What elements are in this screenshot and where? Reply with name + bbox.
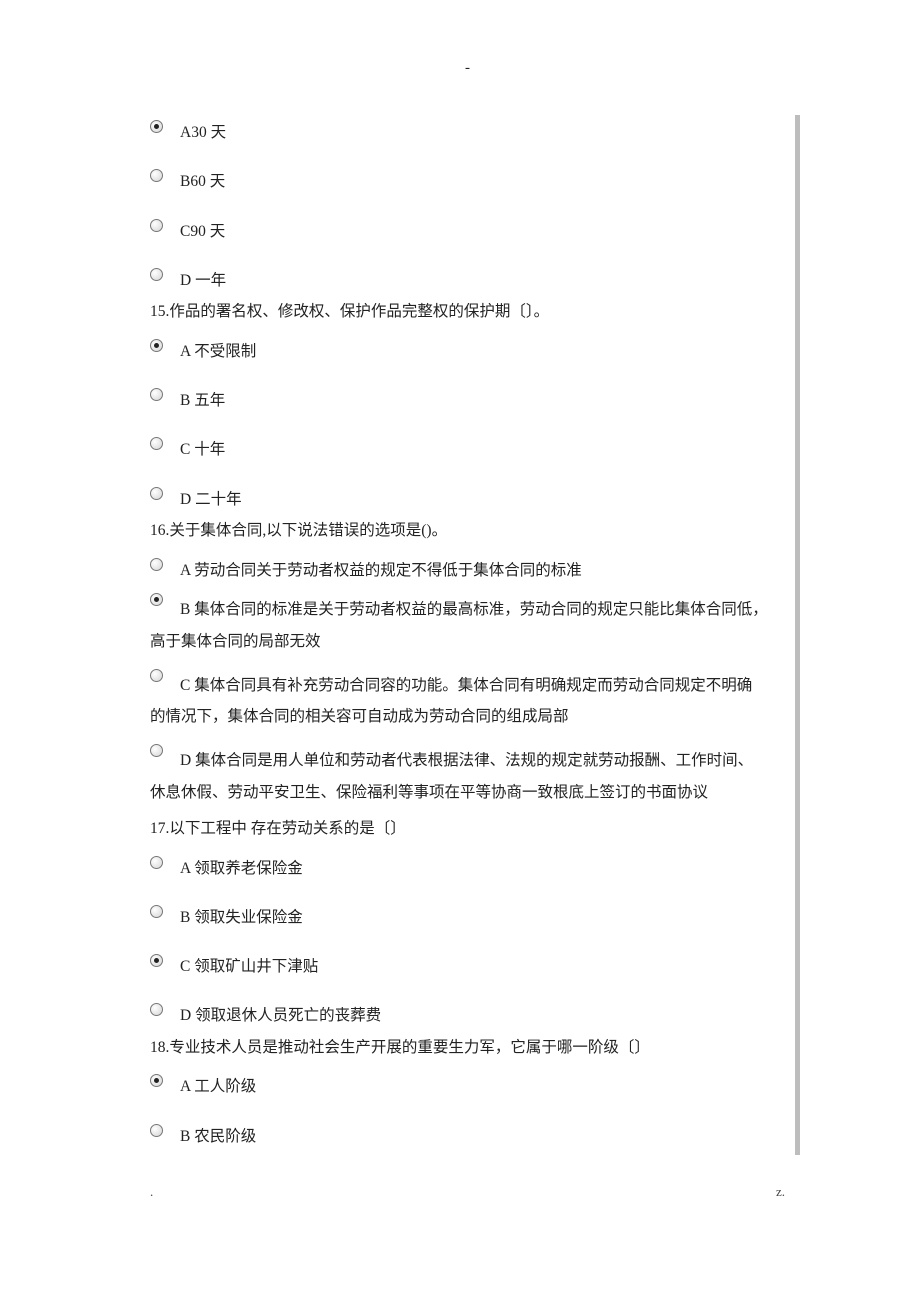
q16-option-d: D 集体合同是用人单位和劳动者代表根据法律、法规的规定就劳动报酬、工作时间、 休…: [150, 741, 785, 809]
q17-prompt: 17.以下工程中 存在劳动关系的是〔〕: [150, 815, 785, 843]
q18-prompt: 18.专业技术人员是推动社会生产开展的重要生力军，它属于哪一阶级〔〕: [150, 1034, 785, 1062]
q17-option-d: D 领取退休人员死亡的丧葬费: [150, 1000, 785, 1027]
radio-icon[interactable]: [150, 593, 163, 606]
radio-icon[interactable]: [150, 339, 163, 352]
radio-icon[interactable]: [150, 1124, 163, 1137]
page-footer: . z.: [150, 1184, 785, 1200]
option-line2: 休息休假、劳动平安卫生、保险福利等事项在平等协商一致根底上签订的书面协议: [150, 777, 785, 809]
q18-option-b: B 农民阶级: [150, 1121, 785, 1148]
q17-option-b: B 领取失业保险金: [150, 902, 785, 929]
option-line1: C 集体合同具有补充劳动合同容的功能。集体合同有明确规定而劳动合同规定不明确: [180, 677, 752, 694]
option-label: A30 天: [180, 117, 785, 144]
footer-left: .: [150, 1184, 153, 1200]
radio-icon[interactable]: [150, 1074, 163, 1087]
option-label: B 五年: [180, 385, 785, 412]
q15-option-a: A 不受限制: [150, 336, 785, 363]
radio-icon[interactable]: [150, 558, 163, 571]
option-label: D 领取退休人员死亡的丧葬费: [180, 1000, 785, 1027]
q14-option-a: A30 天: [150, 117, 785, 144]
footer-right: z.: [776, 1184, 785, 1200]
radio-icon[interactable]: [150, 856, 163, 869]
scrollbar-track[interactable]: [795, 115, 800, 1155]
option-label: C 领取矿山井下津贴: [180, 951, 785, 978]
option-label: C 十年: [180, 434, 785, 461]
radio-icon[interactable]: [150, 487, 163, 500]
q16-option-b: B 集体合同的标准是关于劳动者权益的最高标准，劳动合同的规定只能比集体合同低， …: [150, 590, 785, 658]
q15-option-d: D 二十年: [150, 484, 785, 511]
option-label: D 二十年: [180, 484, 785, 511]
q16-option-a: A 劳动合同关于劳动者权益的规定不得低于集体合同的标准: [150, 555, 785, 582]
document-body: A30 天 B60 天 C90 天 D 一年 15.作品的署名权、修改权、保护作…: [150, 117, 785, 1148]
radio-icon[interactable]: [150, 954, 163, 967]
option-label: B60 天: [180, 166, 785, 193]
option-label: D 一年: [180, 265, 785, 292]
radio-icon[interactable]: [150, 268, 163, 281]
option-line2: 高于集体合同的局部无效: [150, 626, 785, 658]
option-label: A 劳动合同关于劳动者权益的规定不得低于集体合同的标准: [180, 555, 785, 582]
option-label: A 工人阶级: [180, 1071, 785, 1098]
option-label: C90 天: [180, 216, 785, 243]
radio-icon[interactable]: [150, 219, 163, 232]
q17-option-a: A 领取养老保险金: [150, 853, 785, 880]
header-mark: -: [150, 60, 785, 77]
q16-option-c: C 集体合同具有补充劳动合同容的功能。集体合同有明确规定而劳动合同规定不明确 的…: [150, 666, 785, 734]
option-line1: D 集体合同是用人单位和劳动者代表根据法律、法规的规定就劳动报酬、工作时间、: [180, 752, 753, 769]
q16-prompt: 16.关于集体合同,以下说法错误的选项是()。: [150, 517, 785, 545]
q14-option-d: D 一年: [150, 265, 785, 292]
radio-icon[interactable]: [150, 744, 163, 757]
q15-option-b: B 五年: [150, 385, 785, 412]
radio-icon[interactable]: [150, 905, 163, 918]
q14-option-c: C90 天: [150, 216, 785, 243]
q17-option-c: C 领取矿山井下津贴: [150, 951, 785, 978]
option-line1: B 集体合同的标准是关于劳动者权益的最高标准，劳动合同的规定只能比集体合同低，: [180, 601, 768, 618]
option-label: B 领取失业保险金: [180, 902, 785, 929]
option-label: C 集体合同具有补充劳动合同容的功能。集体合同有明确规定而劳动合同规定不明确 的…: [180, 666, 785, 734]
option-label: A 领取养老保险金: [180, 853, 785, 880]
option-label: D 集体合同是用人单位和劳动者代表根据法律、法规的规定就劳动报酬、工作时间、 休…: [180, 741, 785, 809]
option-line2: 的情况下，集体合同的相关容可自动成为劳动合同的组成局部: [150, 701, 785, 733]
radio-icon[interactable]: [150, 1003, 163, 1016]
radio-icon[interactable]: [150, 669, 163, 682]
option-label: B 农民阶级: [180, 1121, 785, 1148]
q14-option-b: B60 天: [150, 166, 785, 193]
radio-icon[interactable]: [150, 437, 163, 450]
option-label: A 不受限制: [180, 336, 785, 363]
radio-icon[interactable]: [150, 169, 163, 182]
q18-option-a: A 工人阶级: [150, 1071, 785, 1098]
radio-icon[interactable]: [150, 120, 163, 133]
option-label: B 集体合同的标准是关于劳动者权益的最高标准，劳动合同的规定只能比集体合同低， …: [180, 590, 785, 658]
radio-icon[interactable]: [150, 388, 163, 401]
q15-option-c: C 十年: [150, 434, 785, 461]
q15-prompt: 15.作品的署名权、修改权、保护作品完整权的保护期〔〕。: [150, 298, 785, 326]
